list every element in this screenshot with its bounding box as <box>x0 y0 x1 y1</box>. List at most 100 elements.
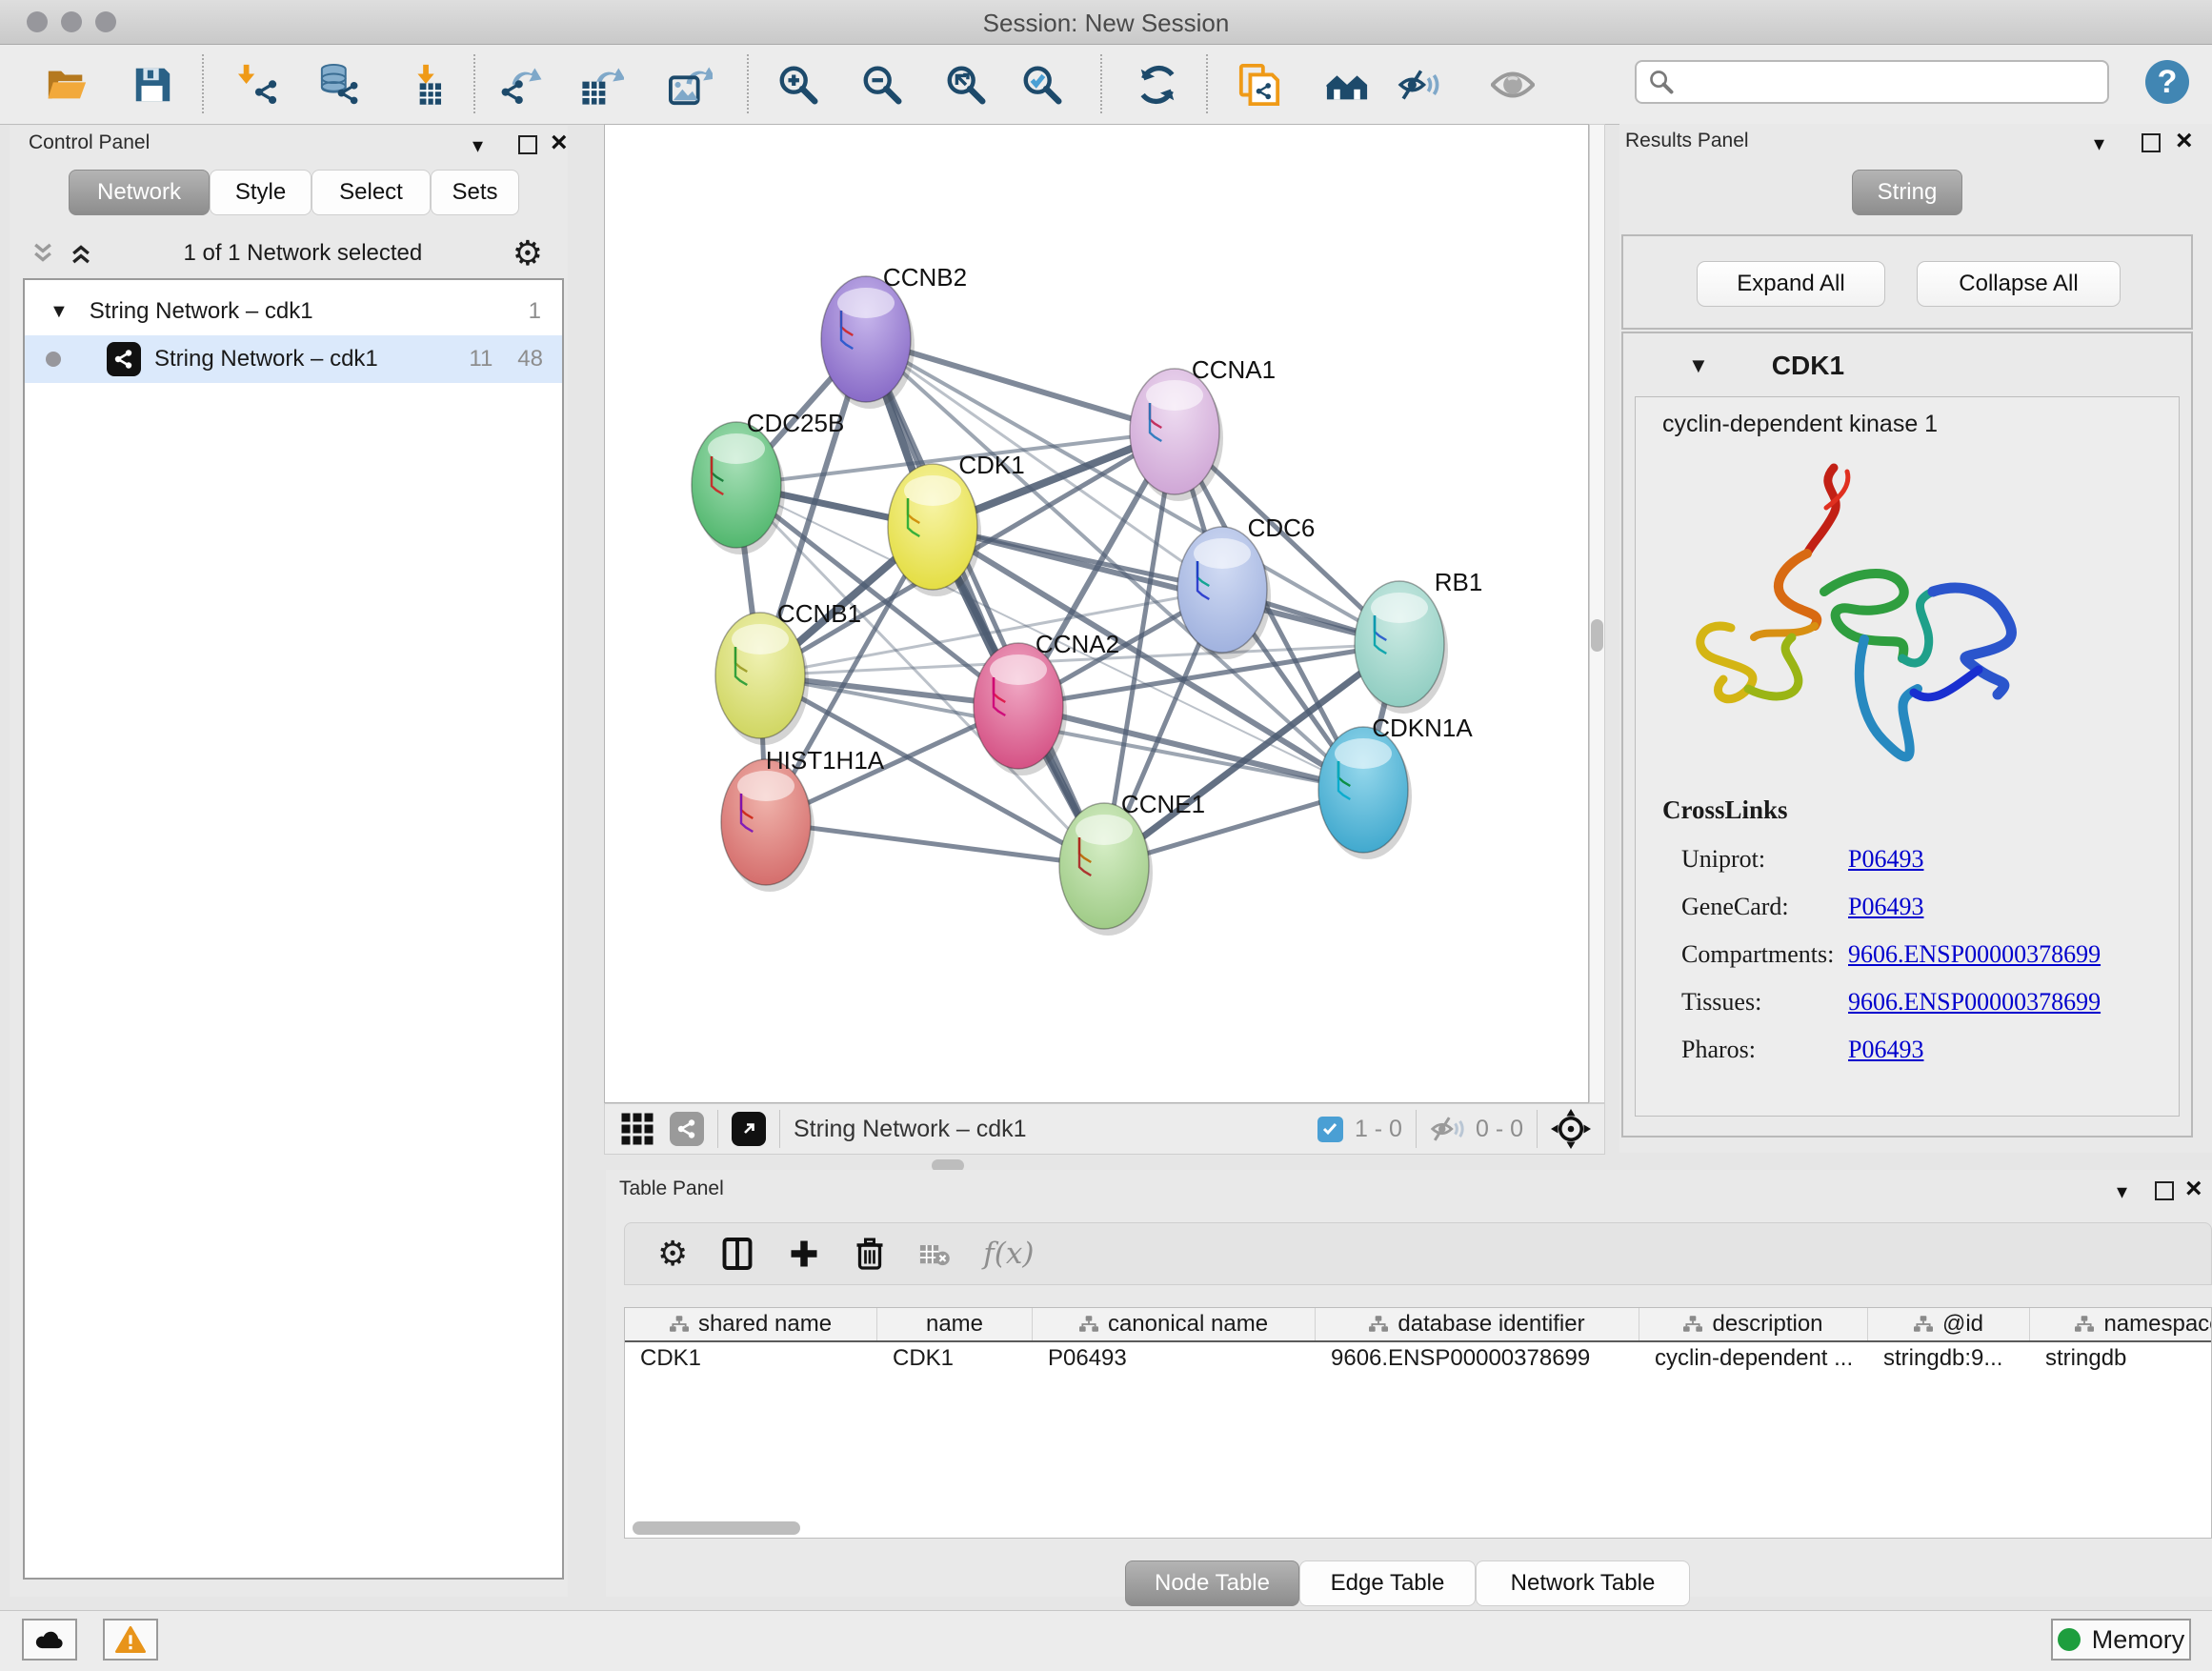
network-node[interactable] <box>1059 803 1153 936</box>
column-header-database-identifier[interactable]: database identifier <box>1316 1308 1639 1340</box>
network-collection-row[interactable]: ▼ String Network – cdk1 1 <box>25 288 562 335</box>
genecard-link[interactable]: P06493 <box>1848 893 1923 920</box>
expand-all-button[interactable]: Expand All <box>1697 261 1885 307</box>
import-network-database-button[interactable] <box>315 60 365 110</box>
table-panel: Table Panel ▾ × ⚙ <box>606 1170 2212 1597</box>
create-column-button[interactable] <box>787 1237 821 1271</box>
cell-database-identifier[interactable]: 9606.ENSP00000378699 <box>1316 1342 1639 1375</box>
clone-network-button[interactable] <box>1235 60 1284 110</box>
network-node[interactable] <box>1355 581 1448 714</box>
panel-close-icon[interactable]: × <box>551 135 568 151</box>
panel-menu-chevron-icon[interactable]: ▾ <box>473 133 483 158</box>
expander-icon[interactable]: ▼ <box>50 301 69 323</box>
tissues-link[interactable]: 9606.ENSP00000378699 <box>1848 988 2101 1016</box>
network-edge[interactable] <box>933 527 1399 644</box>
selected-checkbox-icon[interactable] <box>1317 1117 1343 1142</box>
home-button[interactable] <box>1322 60 1372 110</box>
splitter-grip-vertical[interactable] <box>1591 619 1603 652</box>
cell-namespace[interactable]: stringdb <box>2030 1342 2212 1375</box>
uniprot-link[interactable]: P06493 <box>1848 845 1923 873</box>
tab-string-results[interactable]: String <box>1852 170 1962 215</box>
birds-eye-grid-icon[interactable] <box>620 1112 654 1146</box>
cell-description[interactable]: cyclin-dependent ... <box>1639 1342 1868 1375</box>
memory-button[interactable]: Memory <box>2051 1619 2191 1661</box>
collapse-all-icon[interactable] <box>30 242 55 265</box>
control-panel-tabs: Network Style Select Sets <box>69 170 519 215</box>
gene-header[interactable]: ▼ CDK1 <box>1623 345 2191 387</box>
export-network-button[interactable] <box>495 60 545 110</box>
cell-shared-name[interactable]: CDK1 <box>625 1342 877 1375</box>
network-edge[interactable] <box>866 339 1104 866</box>
search-input[interactable] <box>1675 68 2079 96</box>
zoom-fit-button[interactable] <box>941 60 991 110</box>
section-expander-icon[interactable]: ▼ <box>1688 353 1709 378</box>
zoom-out-button[interactable] <box>857 60 907 110</box>
cloud-status-button[interactable] <box>22 1619 77 1661</box>
network-edge[interactable] <box>766 822 1104 866</box>
column-header-shared-name[interactable]: shared name <box>625 1308 877 1340</box>
tab-sets[interactable]: Sets <box>431 170 519 215</box>
show-graphics-details-button[interactable] <box>1488 60 1538 110</box>
table-settings-gear-icon[interactable]: ⚙ <box>657 1237 688 1271</box>
gear-icon[interactable]: ⚙ <box>513 236 543 271</box>
column-header-id[interactable]: @id <box>1868 1308 2030 1340</box>
open-session-button[interactable] <box>42 60 91 110</box>
panel-menu-chevron-icon[interactable]: ▾ <box>2094 131 2104 156</box>
network-node[interactable] <box>721 759 814 892</box>
expand-all-icon[interactable] <box>69 242 93 265</box>
network-canvas[interactable]: CCNB2CCNA1CDC25BCDK1CDC6RB1CCNB1CCNA2CDK… <box>604 124 1589 1103</box>
show-columns-button[interactable] <box>720 1237 754 1271</box>
cell-id[interactable]: stringdb:9... <box>1868 1342 2030 1375</box>
panel-close-icon[interactable]: × <box>2176 133 2193 149</box>
open-in-window-button[interactable] <box>732 1112 766 1146</box>
help-button[interactable]: ? <box>2145 60 2189 104</box>
compartments-link[interactable]: 9606.ENSP00000378699 <box>1848 940 2101 968</box>
pharos-link[interactable]: P06493 <box>1848 1036 1923 1063</box>
column-header-canonical-name[interactable]: canonical name <box>1033 1308 1316 1340</box>
export-image-button[interactable] <box>666 60 715 110</box>
canvas-scrollbar[interactable] <box>1589 124 1605 1103</box>
panel-close-icon[interactable]: × <box>2185 1181 2202 1197</box>
function-builder-button[interactable]: f(x) <box>983 1237 1034 1271</box>
tab-network[interactable]: Network <box>69 170 210 215</box>
column-header-namespace[interactable]: namespace <box>2030 1308 2212 1340</box>
zoom-selected-button[interactable] <box>1017 60 1067 110</box>
delete-column-button[interactable] <box>854 1237 886 1271</box>
network-node[interactable] <box>715 613 809 745</box>
tab-edge-table[interactable]: Edge Table <box>1299 1560 1476 1606</box>
tab-node-table[interactable]: Node Table <box>1125 1560 1299 1606</box>
import-network-file-button[interactable] <box>234 60 284 110</box>
column-header-name[interactable]: name <box>877 1308 1033 1340</box>
network-node[interactable] <box>1318 727 1412 859</box>
column-header-description[interactable]: description <box>1639 1308 1868 1340</box>
network-row-selected[interactable]: String Network – cdk1 11 48 <box>25 335 562 383</box>
panel-float-icon[interactable] <box>2142 133 2161 152</box>
network-badge-icon[interactable] <box>670 1112 704 1146</box>
table-row[interactable]: CDK1 CDK1 P06493 9606.ENSP00000378699 cy… <box>625 1342 2212 1375</box>
save-session-button[interactable] <box>128 60 177 110</box>
results-actions-box: Expand All Collapse All <box>1621 234 2193 330</box>
network-node[interactable] <box>821 276 915 409</box>
cell-canonical-name[interactable]: P06493 <box>1033 1342 1316 1375</box>
warnings-button[interactable] <box>103 1619 158 1661</box>
import-table-button[interactable] <box>402 60 452 110</box>
refresh-layout-button[interactable] <box>1133 60 1182 110</box>
string-hide-glass-button[interactable] <box>1395 60 1444 110</box>
panel-menu-chevron-icon[interactable]: ▾ <box>2117 1179 2127 1204</box>
cell-name[interactable]: CDK1 <box>877 1342 1033 1375</box>
tab-select[interactable]: Select <box>312 170 431 215</box>
export-table-button[interactable] <box>577 60 627 110</box>
tab-network-table[interactable]: Network Table <box>1476 1560 1690 1606</box>
panel-float-icon[interactable] <box>518 135 537 154</box>
delete-table-button[interactable] <box>918 1239 951 1268</box>
node-label: CCNE1 <box>1121 790 1205 818</box>
panel-float-icon[interactable] <box>2155 1181 2174 1200</box>
table-horizontal-scrollbar[interactable] <box>633 1521 800 1535</box>
string-network-graph[interactable]: CCNB2CCNA1CDC25BCDK1CDC6RB1CCNB1CCNA2CDK… <box>605 125 1588 1102</box>
zoom-in-button[interactable] <box>774 60 823 110</box>
crosshair-icon[interactable] <box>1551 1109 1591 1149</box>
network-node[interactable] <box>1177 527 1271 659</box>
network-node[interactable] <box>974 643 1067 775</box>
tab-style[interactable]: Style <box>210 170 312 215</box>
collapse-all-button[interactable]: Collapse All <box>1917 261 2121 307</box>
